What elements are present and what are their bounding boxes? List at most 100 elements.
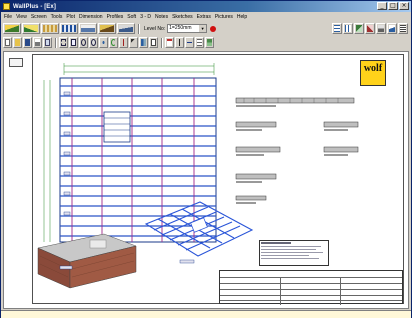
- pan-icon: [101, 39, 106, 46]
- notes-line: [261, 255, 309, 256]
- filter-icon: [167, 39, 172, 46]
- title-block-divider: [340, 277, 341, 305]
- stop-button[interactable]: [210, 25, 217, 32]
- zoom-window-button[interactable]: [59, 37, 68, 48]
- menu-3d[interactable]: 3 - D: [140, 14, 151, 20]
- layer-button[interactable]: [205, 37, 214, 48]
- window-title: WallPlus - [Ex]: [13, 3, 56, 10]
- move-button[interactable]: [139, 37, 148, 48]
- text-icon: [177, 39, 182, 46]
- view-plan-button[interactable]: [343, 23, 353, 34]
- section-icon: [367, 25, 373, 32]
- notes-line: [261, 249, 316, 250]
- view-elevation-button[interactable]: [376, 23, 386, 34]
- notes-line: [261, 246, 321, 247]
- select-button[interactable]: [129, 37, 138, 48]
- view-roof-button[interactable]: [387, 23, 397, 34]
- save-button[interactable]: [23, 37, 32, 48]
- status-bar: [1, 310, 411, 318]
- roof-icon: [5, 25, 19, 32]
- cube-icon: [356, 25, 362, 32]
- title-block-row: [220, 289, 402, 290]
- pan-button[interactable]: [99, 37, 108, 48]
- view-grid-button[interactable]: [332, 23, 342, 34]
- main-toolbar: Level No: 1=250mm ▼: [3, 22, 409, 35]
- truss-icon: [24, 25, 38, 32]
- measure-icon: [121, 39, 126, 46]
- text-button[interactable]: [175, 37, 184, 48]
- filter-button[interactable]: [165, 37, 174, 48]
- notes-line: [261, 258, 319, 259]
- list-icon: [400, 25, 406, 32]
- open-button[interactable]: [13, 37, 22, 48]
- menu-plot[interactable]: Plot: [66, 14, 75, 20]
- notes-box: [259, 240, 329, 266]
- menu-screen[interactable]: Screen: [31, 14, 47, 20]
- truss-tool-button[interactable]: [22, 23, 40, 34]
- zoom-window-icon: [61, 39, 66, 46]
- view-list-button[interactable]: [398, 23, 408, 34]
- menu-extras[interactable]: Extras: [197, 14, 211, 20]
- zoom-in-button[interactable]: [79, 37, 88, 48]
- deck-icon: [119, 25, 133, 32]
- close-button[interactable]: ×: [399, 2, 409, 10]
- table-button[interactable]: [195, 37, 204, 48]
- menu-file[interactable]: File: [4, 14, 12, 20]
- preview-icon: [45, 39, 50, 46]
- refresh-icon: [111, 39, 116, 46]
- menu-tools[interactable]: Tools: [51, 14, 63, 20]
- table-icon: [197, 39, 202, 46]
- menu-profiles[interactable]: Profiles: [107, 14, 124, 20]
- title-block-divider: [280, 277, 281, 305]
- zoom-all-icon: [71, 39, 76, 46]
- new-button[interactable]: [3, 37, 12, 48]
- magnifier-minus-icon: [91, 39, 96, 46]
- maximize-button[interactable]: □: [388, 2, 398, 10]
- drawing-canvas[interactable]: wolf: [3, 51, 409, 309]
- menu-pictures[interactable]: Pictures: [215, 14, 233, 20]
- menu-soft[interactable]: Soft: [127, 14, 136, 20]
- menu-view[interactable]: View: [16, 14, 27, 20]
- copy-button[interactable]: [149, 37, 158, 48]
- floor-icon: [81, 25, 95, 32]
- menu-sketches[interactable]: Sketches: [172, 14, 193, 20]
- grid-icon: [334, 25, 340, 32]
- preview-button[interactable]: [43, 37, 52, 48]
- menu-help[interactable]: Help: [237, 14, 247, 20]
- dimension-icon: [187, 39, 192, 46]
- menu-dimension[interactable]: Dimension: [79, 14, 103, 20]
- title-bar[interactable]: WallPlus - [Ex] _ □ ×: [1, 1, 411, 12]
- plan-icon: [345, 25, 351, 32]
- magnifier-plus-icon: [81, 39, 86, 46]
- print-button[interactable]: [33, 37, 42, 48]
- redraw-button[interactable]: [109, 37, 118, 48]
- minimize-button[interactable]: _: [377, 2, 387, 10]
- level-select[interactable]: 1=250mm ▼: [167, 24, 208, 33]
- floor-tool-button[interactable]: [79, 23, 97, 34]
- zoom-all-button[interactable]: [69, 37, 78, 48]
- wall-icon: [43, 25, 57, 32]
- measure-button[interactable]: [119, 37, 128, 48]
- toolbar-separator: [138, 23, 140, 34]
- wall-tool-button[interactable]: [41, 23, 59, 34]
- menu-bar: File View Screen Tools Plot Dimension Pr…: [1, 12, 411, 21]
- toolbar-separator: [161, 37, 163, 48]
- title-block-row: [220, 283, 402, 284]
- view-section-button[interactable]: [365, 23, 375, 34]
- deck-tool-button[interactable]: [117, 23, 135, 34]
- dimension-button[interactable]: [185, 37, 194, 48]
- app-icon: [3, 3, 10, 10]
- level-label: Level No:: [144, 25, 166, 32]
- view-3d-button[interactable]: [354, 23, 364, 34]
- copy-icon: [151, 39, 156, 46]
- frame-tool-button[interactable]: [60, 23, 78, 34]
- zoom-out-button[interactable]: [89, 37, 98, 48]
- application-window: WallPlus - [Ex] _ □ × File View Screen T…: [0, 0, 412, 318]
- menu-notes[interactable]: Notes: [155, 14, 168, 20]
- roof-tool-button[interactable]: [3, 23, 21, 34]
- frame-icon: [62, 25, 76, 32]
- level-select-value: 1=250mm: [169, 25, 192, 31]
- move-icon: [141, 39, 146, 46]
- elevation-icon: [378, 25, 384, 32]
- joist-tool-button[interactable]: [98, 23, 116, 34]
